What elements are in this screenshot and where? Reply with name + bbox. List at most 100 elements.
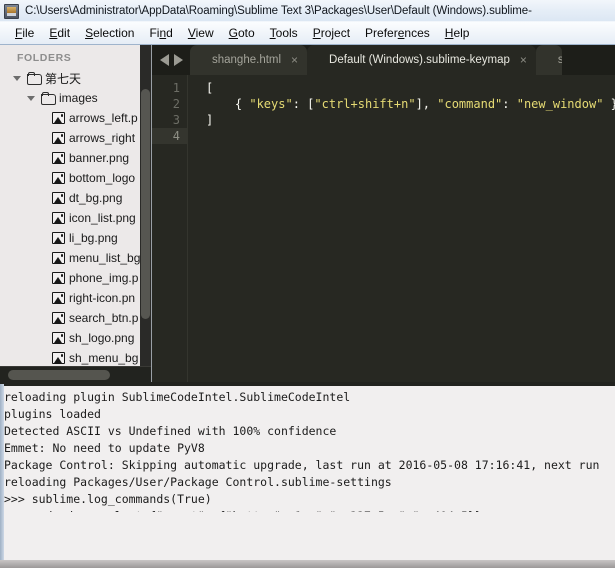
menu-item-edit[interactable]: Edit bbox=[42, 24, 78, 42]
sidebar-file-tree[interactable]: FOLDERS 第七天 images arrows_left.p arrows_… bbox=[0, 45, 152, 382]
tree-row-file[interactable]: menu_list_bg bbox=[0, 248, 151, 268]
image-file-icon bbox=[52, 212, 65, 224]
line-number: 3 bbox=[172, 113, 180, 127]
tab-default-windows-sublime-keymap[interactable]: Default (Windows).sublime-keymap × bbox=[307, 45, 536, 75]
line-number: 1 bbox=[172, 81, 180, 95]
sidebar-vertical-scrollbar[interactable] bbox=[140, 45, 151, 382]
tree-row-file[interactable]: search_btn.p bbox=[0, 308, 151, 328]
tree-row-images-folder[interactable]: images bbox=[0, 88, 151, 108]
console-output-line: reloading plugin SublimeCodeIntel.Sublim… bbox=[4, 390, 351, 404]
console-output-line-drag-select: command: drag_select {"event": {"button"… bbox=[4, 508, 615, 512]
code-pane[interactable]: 1 2 3 4 [ { "keys": ["ctrl+shift+n"], "c… bbox=[152, 75, 615, 382]
image-file-icon bbox=[52, 232, 65, 244]
menu-item-preferences[interactable]: Preferences bbox=[358, 24, 438, 42]
tree-label-file: li_bg.png bbox=[69, 231, 118, 245]
sidebar-horizontal-scroll-thumb[interactable] bbox=[8, 370, 110, 380]
tree-label-file: icon_list.png bbox=[69, 211, 136, 225]
sublime-text-window: C:\Users\Administrator\AppData\Roaming\S… bbox=[0, 0, 615, 568]
image-file-icon bbox=[52, 252, 65, 264]
menu-item-selection[interactable]: Selection bbox=[78, 24, 142, 42]
tree-label-file: sh_menu_bg bbox=[69, 351, 139, 365]
tree-row-root-folder[interactable]: 第七天 bbox=[0, 68, 151, 88]
tree-label-file: arrows_right bbox=[69, 131, 136, 145]
tree-label-file: arrows_left.p bbox=[69, 111, 138, 125]
tree-label-file: sh_logo.png bbox=[69, 331, 135, 345]
tab-overflow[interactable]: s bbox=[535, 45, 562, 75]
menu-item-view[interactable]: View bbox=[181, 24, 222, 42]
menu-item-tools[interactable]: Tools bbox=[263, 24, 306, 42]
tree-row-file[interactable]: banner.png bbox=[0, 148, 151, 168]
sidebar-content: FOLDERS 第七天 images arrows_left.p arrows_… bbox=[0, 45, 151, 382]
image-file-icon bbox=[52, 272, 65, 284]
tab-shanghe-html[interactable]: shanghe.html × bbox=[190, 45, 308, 75]
sidebar-horizontal-scrollbar[interactable] bbox=[0, 366, 151, 382]
tree-row-file[interactable]: icon_list.png bbox=[0, 208, 151, 228]
tree-label-file: dt_bg.png bbox=[69, 191, 123, 205]
tab-navigation bbox=[152, 45, 190, 75]
image-file-icon bbox=[52, 352, 65, 364]
tab-label: s bbox=[557, 54, 562, 66]
image-file-icon bbox=[52, 132, 65, 144]
menu-bar: File Edit Selection Find View Goto Tools… bbox=[0, 22, 615, 45]
image-file-icon bbox=[52, 292, 65, 304]
chevron-down-icon[interactable] bbox=[27, 94, 37, 103]
tab-bar: shanghe.html × Default (Windows).sublime… bbox=[152, 45, 615, 75]
tree-row-file[interactable]: phone_img.p bbox=[0, 268, 151, 288]
tree-label-file: phone_img.p bbox=[69, 271, 139, 285]
menu-item-find[interactable]: Find bbox=[142, 24, 180, 42]
tab-label: shanghe.html bbox=[212, 54, 282, 66]
folder-icon bbox=[41, 91, 56, 105]
menu-item-file[interactable]: File bbox=[8, 24, 42, 42]
close-icon[interactable]: × bbox=[291, 54, 298, 66]
image-file-icon bbox=[52, 312, 65, 324]
tree-label-file: banner.png bbox=[69, 151, 130, 165]
code-line: { "keys": ["ctrl+shift+n"], "command": "… bbox=[206, 97, 615, 111]
tab-label: Default (Windows).sublime-keymap bbox=[329, 54, 510, 66]
sidebar-vertical-scroll-thumb[interactable] bbox=[141, 89, 150, 319]
folder-icon bbox=[27, 71, 42, 85]
close-icon[interactable]: × bbox=[520, 54, 527, 66]
chevron-down-icon[interactable] bbox=[13, 74, 23, 83]
code-content[interactable]: [ { "keys": ["ctrl+shift+n"], "command":… bbox=[188, 75, 615, 382]
image-file-icon bbox=[52, 332, 65, 344]
menu-item-help[interactable]: Help bbox=[438, 24, 478, 42]
tree-row-file[interactable]: arrows_right bbox=[0, 128, 151, 148]
image-file-icon bbox=[52, 192, 65, 204]
window-bottom-bar bbox=[0, 560, 615, 568]
image-file-icon bbox=[52, 172, 65, 184]
console-output-line: plugins loaded bbox=[4, 407, 101, 421]
menu-item-selection-rest: election bbox=[93, 26, 135, 40]
workspace: FOLDERS 第七天 images arrows_left.p arrows_… bbox=[0, 45, 615, 382]
console-panel: reloading plugin SublimeCodeIntel.Sublim… bbox=[0, 382, 615, 568]
sublime-text-icon bbox=[4, 3, 19, 19]
tree-row-file[interactable]: right-icon.pn bbox=[0, 288, 151, 308]
console-output-line-command: >>> sublime.log_commands(True) bbox=[4, 492, 212, 506]
window-title: C:\Users\Administrator\AppData\Roaming\S… bbox=[25, 5, 532, 17]
tree-row-file[interactable]: bottom_logo bbox=[0, 168, 151, 188]
code-line: ] bbox=[206, 113, 214, 127]
tree-label-file: search_btn.p bbox=[69, 311, 139, 325]
editor-area: shanghe.html × Default (Windows).sublime… bbox=[152, 45, 615, 382]
tree-row-file[interactable]: arrows_left.p bbox=[0, 108, 151, 128]
tree-row-file[interactable]: dt_bg.png bbox=[0, 188, 151, 208]
tree-label-file: right-icon.pn bbox=[69, 291, 136, 305]
console-output-line: Emmet: No need to update PyV8 bbox=[4, 441, 205, 455]
menu-item-project[interactable]: Project bbox=[306, 24, 358, 42]
menu-item-edit-rest: dit bbox=[57, 26, 71, 40]
menu-item-goto[interactable]: Goto bbox=[222, 24, 263, 42]
line-number-current: 4 bbox=[152, 128, 187, 144]
console-output[interactable]: reloading plugin SublimeCodeIntel.Sublim… bbox=[0, 386, 615, 512]
arrow-left-icon[interactable] bbox=[160, 54, 169, 66]
tree-label-file: menu_list_bg bbox=[69, 251, 141, 265]
console-output-line: reloading Packages/User/Package Control.… bbox=[4, 475, 392, 489]
line-number-gutter: 1 2 3 4 bbox=[152, 75, 188, 382]
tree-row-file[interactable]: li_bg.png bbox=[0, 228, 151, 248]
sidebar-section-label: FOLDERS bbox=[17, 52, 72, 64]
tree-row-file[interactable]: sh_logo.png bbox=[0, 328, 151, 348]
title-bar: C:\Users\Administrator\AppData\Roaming\S… bbox=[0, 0, 615, 22]
line-number: 2 bbox=[172, 97, 180, 111]
tree-row-file[interactable]: sh_menu_bg bbox=[0, 348, 151, 368]
arrow-right-icon[interactable] bbox=[174, 54, 183, 66]
code-line: [ bbox=[206, 81, 214, 95]
